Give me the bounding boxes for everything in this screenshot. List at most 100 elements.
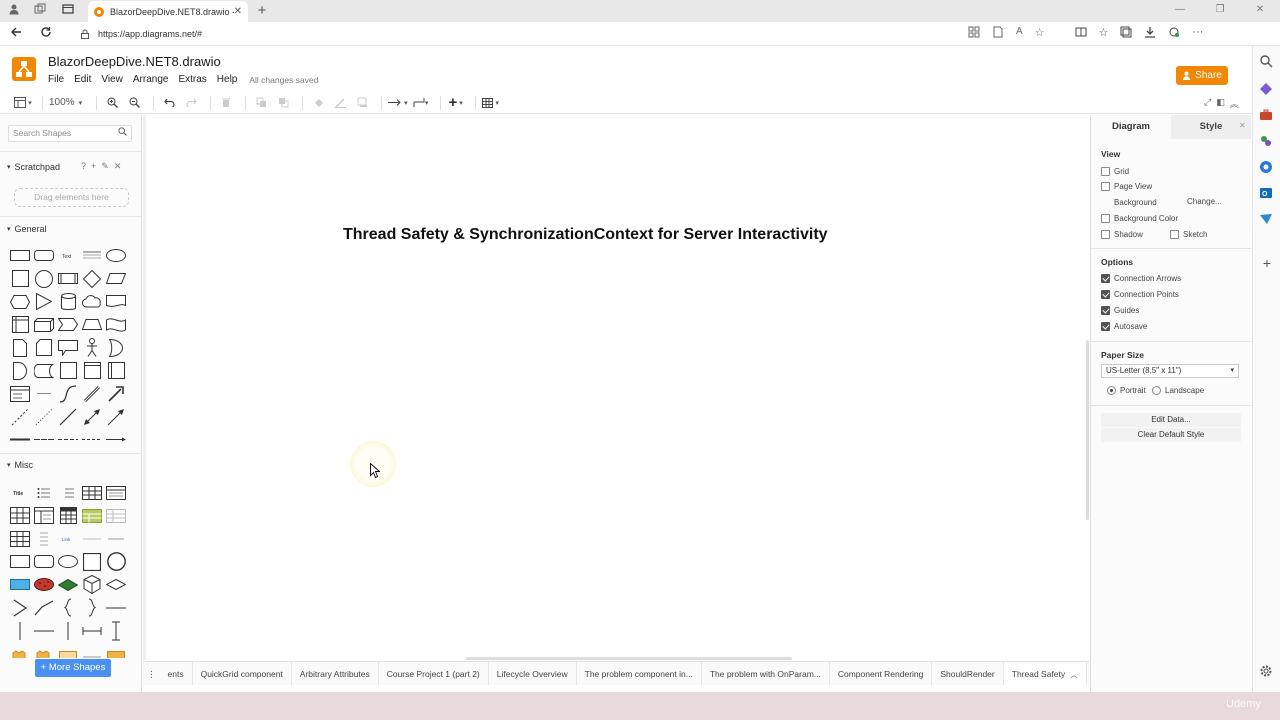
- shape-square-misc[interactable]: [80, 550, 104, 573]
- shape-square-2[interactable]: [56, 359, 80, 382]
- shape-dashed-connector[interactable]: [56, 428, 80, 451]
- redo-icon[interactable]: [182, 94, 200, 112]
- delete-icon[interactable]: [217, 94, 235, 112]
- games-icon[interactable]: [1259, 134, 1275, 150]
- to-back-icon[interactable]: [274, 94, 292, 112]
- shape-cloud[interactable]: [80, 290, 104, 313]
- grid-checkbox[interactable]: [1101, 167, 1110, 176]
- shadow-option[interactable]: Shadow: [1101, 230, 1143, 239]
- shape-data-storage[interactable]: [32, 359, 56, 382]
- line-color-icon[interactable]: [331, 94, 349, 112]
- page-tab[interactable]: The problem with OnParam...: [702, 662, 830, 685]
- page-view-option[interactable]: Page View: [1101, 182, 1152, 191]
- add-page-icon[interactable]: +: [1087, 662, 1089, 685]
- favorites-icon[interactable]: ☆: [1099, 26, 1109, 39]
- close-tab-icon[interactable]: ✕: [234, 6, 242, 17]
- shape-cube[interactable]: [32, 313, 56, 336]
- page-tab[interactable]: Course Project 1 (part 2): [379, 662, 489, 685]
- send-icon[interactable]: [1259, 212, 1275, 228]
- search-shapes-input[interactable]: Search Shapes: [8, 125, 132, 142]
- scratchpad-header[interactable]: ▾ Scratchpad: [7, 162, 60, 172]
- portrait-option[interactable]: Portrait: [1107, 386, 1146, 395]
- waypoints-icon[interactable]: ▾: [412, 94, 430, 112]
- shape-slanted-line[interactable]: [32, 596, 56, 619]
- shape-directional-connector[interactable]: [104, 405, 128, 428]
- shape-horizontal-line-2[interactable]: [32, 619, 56, 642]
- menu-arrange[interactable]: Arrange: [133, 74, 169, 85]
- diagram-canvas[interactable]: [143, 115, 1089, 660]
- shape-arrow[interactable]: [104, 382, 128, 405]
- shadow-icon[interactable]: [353, 94, 371, 112]
- page-tab[interactable]: QuickGrid component: [193, 662, 292, 685]
- shape-thick-line[interactable]: [8, 428, 32, 451]
- landscape-option[interactable]: Landscape: [1152, 386, 1204, 395]
- portrait-radio[interactable]: [1107, 386, 1116, 395]
- scratchpad-drop-zone[interactable]: Drag elements here: [14, 188, 129, 207]
- close-window-icon[interactable]: ✕: [1240, 0, 1280, 22]
- to-front-icon[interactable]: [252, 94, 270, 112]
- menu-edit[interactable]: Edit: [74, 74, 91, 85]
- shape-vertical-list[interactable]: [32, 527, 56, 550]
- connection-points-checkbox[interactable]: [1101, 290, 1110, 299]
- shape-table-grid[interactable]: [80, 481, 104, 504]
- shape-tape[interactable]: [104, 313, 128, 336]
- shadow-checkbox[interactable]: [1101, 230, 1110, 239]
- shape-heading-text[interactable]: [104, 527, 128, 550]
- shape-and[interactable]: [8, 359, 32, 382]
- menu-file[interactable]: File: [48, 74, 64, 85]
- sketch-checkbox[interactable]: [1170, 230, 1179, 239]
- shape-folder-1[interactable]: [8, 642, 32, 665]
- fill-color-icon[interactable]: [309, 94, 327, 112]
- shape-vertical-container[interactable]: [104, 359, 128, 382]
- reader-icon[interactable]: [992, 26, 1004, 39]
- add-sidebar-app-icon[interactable]: +: [1259, 256, 1275, 272]
- more-menu-icon[interactable]: ···: [1192, 26, 1203, 39]
- close-panel-icon[interactable]: ✕: [1239, 121, 1246, 130]
- shape-rounded-rectangle[interactable]: [32, 244, 56, 267]
- shape-left-brace[interactable]: [56, 596, 80, 619]
- file-title[interactable]: BlazorDeepDive.NET8.drawio: [48, 54, 221, 69]
- connection-points-option[interactable]: Connection Points: [1101, 290, 1179, 299]
- menu-help[interactable]: Help: [217, 74, 238, 85]
- shape-textbox[interactable]: [80, 244, 104, 267]
- shape-table-green[interactable]: [80, 504, 104, 527]
- zoom-select[interactable]: 100% ▾: [49, 94, 82, 112]
- shape-cylinder[interactable]: [56, 290, 80, 313]
- shape-diamond[interactable]: [80, 267, 104, 290]
- shape-line[interactable]: [56, 405, 80, 428]
- shape-note[interactable]: [8, 336, 32, 359]
- vertical-scrollbar[interactable]: [1086, 340, 1089, 520]
- menu-view[interactable]: View: [101, 74, 123, 85]
- connection-arrows-option[interactable]: Connection Arrows: [1101, 274, 1181, 283]
- shape-process[interactable]: [56, 267, 80, 290]
- guides-option[interactable]: Guides: [1101, 306, 1139, 315]
- collapse-icon[interactable]: ︽: [1230, 97, 1239, 110]
- shape-ellipse-misc[interactable]: [56, 550, 80, 573]
- shape-rhombus[interactable]: [104, 573, 128, 596]
- clear-default-style-button[interactable]: Clear Default Style: [1101, 428, 1241, 442]
- extensions-icon[interactable]: [1168, 26, 1180, 39]
- shape-dotted-line[interactable]: [32, 405, 56, 428]
- shape-square[interactable]: [8, 267, 32, 290]
- landscape-radio[interactable]: [1152, 386, 1161, 395]
- shape-horizontal-line[interactable]: [104, 596, 128, 619]
- shape-text[interactable]: Text: [56, 244, 80, 267]
- shape-dotted-connector[interactable]: [80, 428, 104, 451]
- format-toggle-icon[interactable]: ◧: [1216, 97, 1225, 110]
- diagram-title-text[interactable]: Thread Safety & SynchronizationContext f…: [343, 226, 828, 244]
- change-background-button[interactable]: Change...: [1187, 197, 1222, 206]
- shape-rect-misc[interactable]: [8, 550, 32, 573]
- shape-list-item[interactable]: [32, 382, 56, 405]
- shape-container[interactable]: [80, 359, 104, 382]
- page-tab-menu-icon[interactable]: ︿: [1071, 672, 1078, 679]
- read-aloud-icon[interactable]: A: [1016, 26, 1023, 39]
- shape-grid-table[interactable]: [8, 527, 32, 550]
- shape-table-light[interactable]: [104, 504, 128, 527]
- shape-triangle[interactable]: [32, 290, 56, 313]
- paper-size-select[interactable]: US-Letter (8,5" x 11") ▾: [1101, 364, 1239, 378]
- collections-icon[interactable]: [1120, 26, 1132, 39]
- shape-curve[interactable]: [56, 382, 80, 405]
- shape-document[interactable]: [104, 290, 128, 313]
- misc-header[interactable]: ▾ Misc: [7, 460, 33, 470]
- shape-link[interactable]: [32, 428, 56, 451]
